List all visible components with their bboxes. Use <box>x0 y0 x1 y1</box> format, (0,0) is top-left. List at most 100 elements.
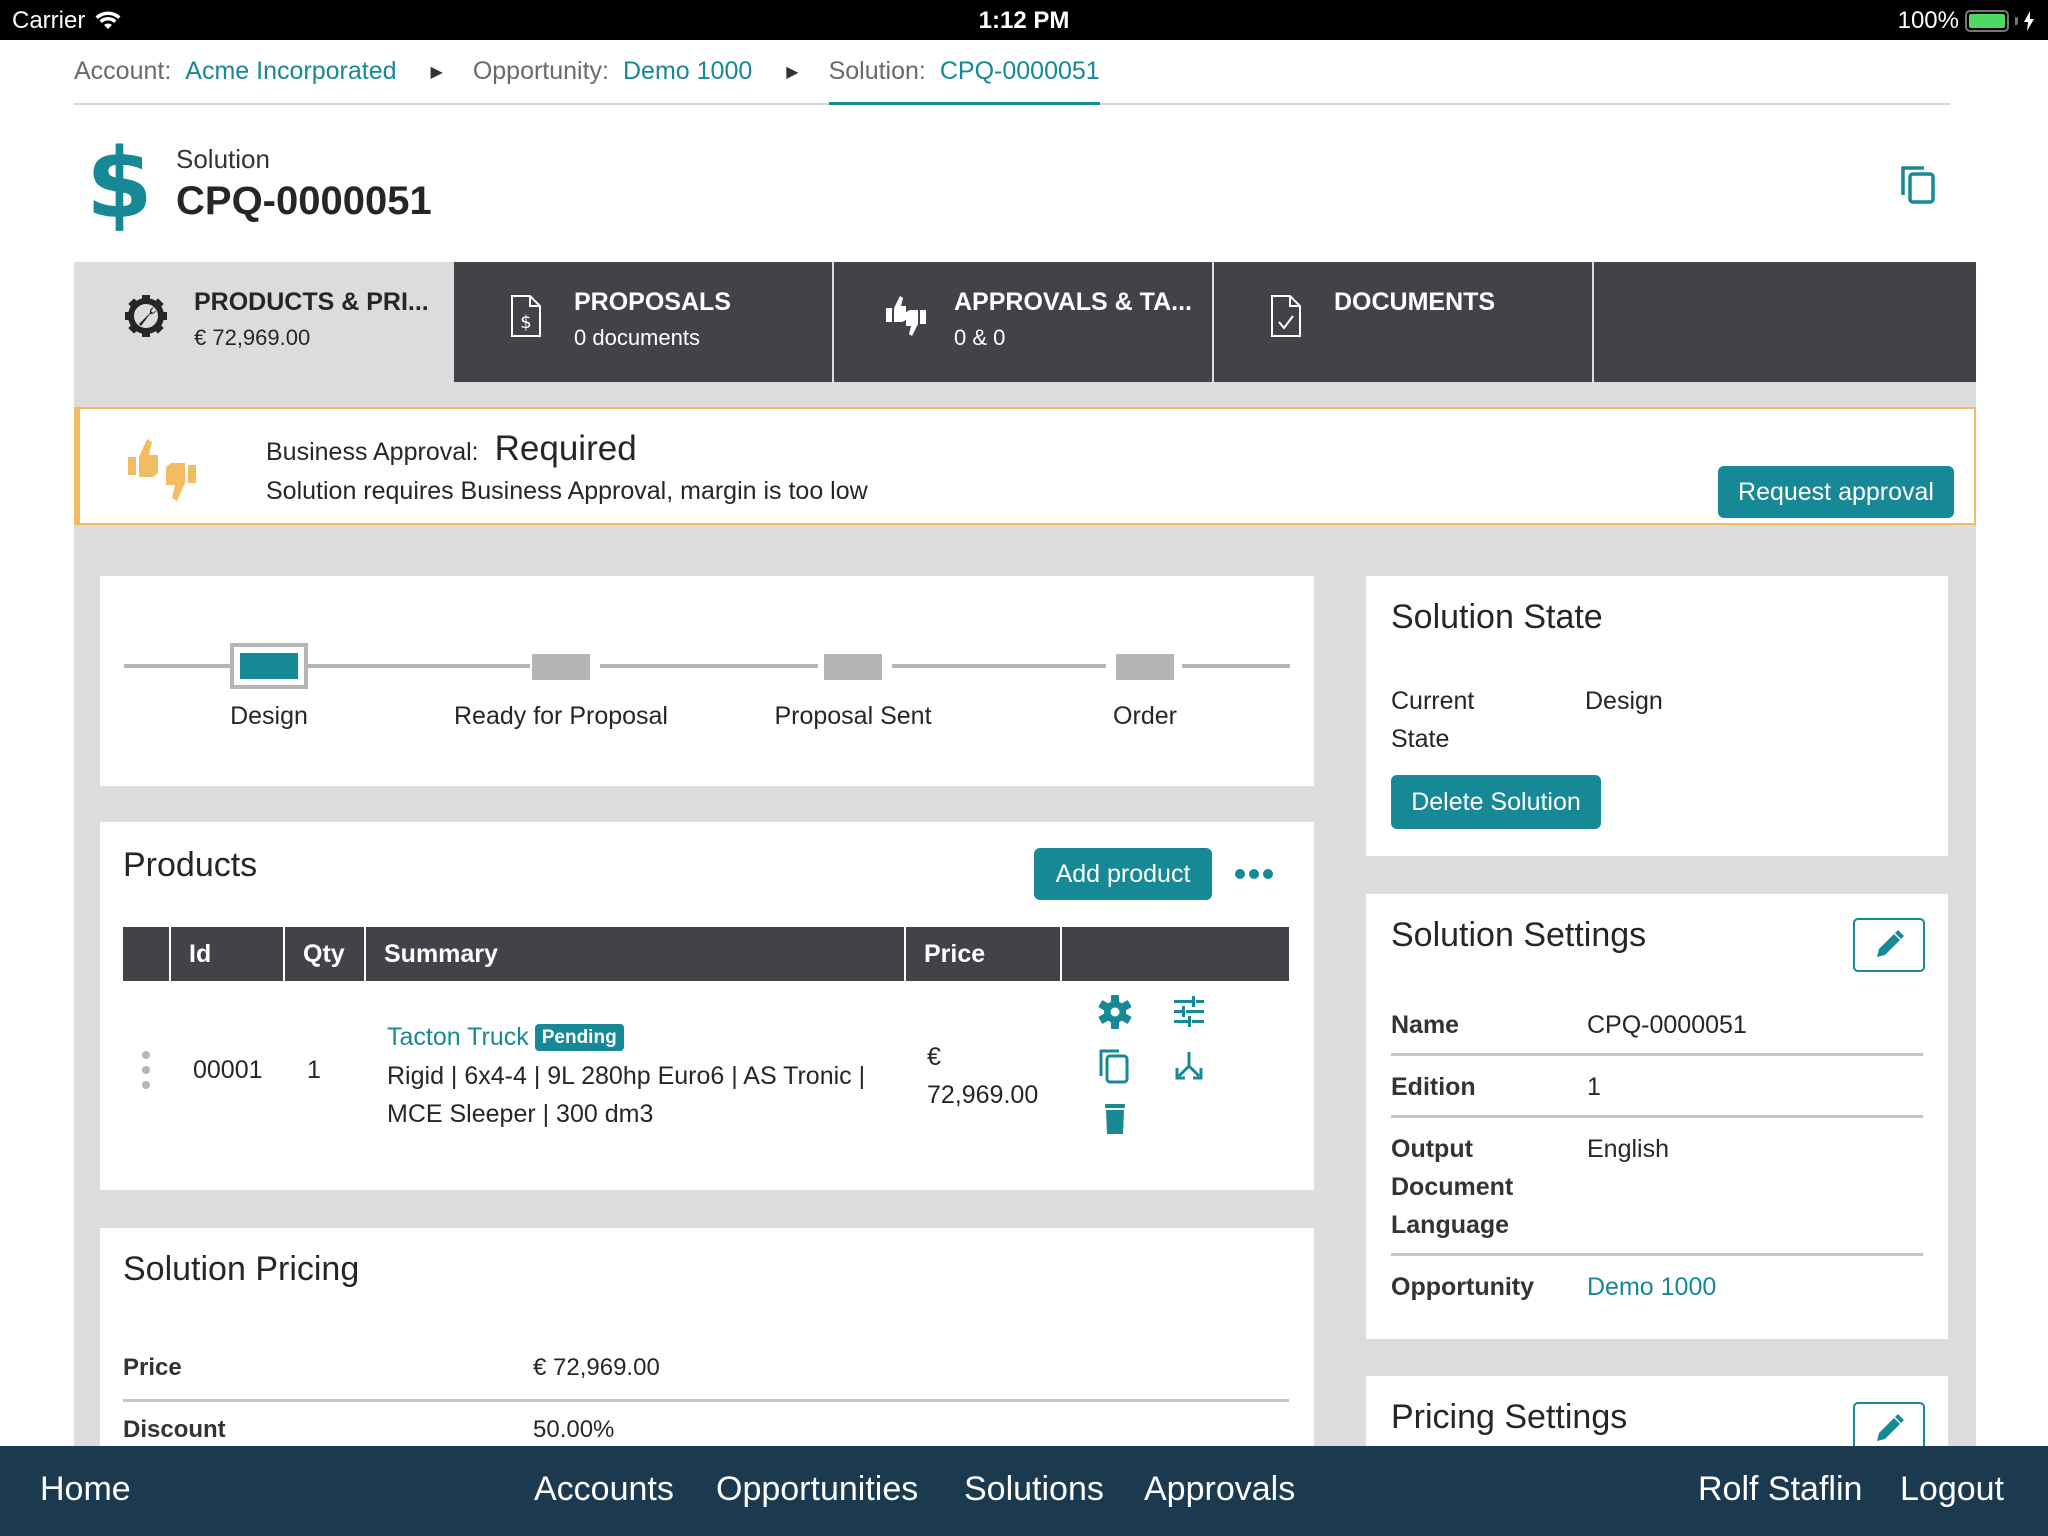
bottom-nav: Home Accounts Opportunities Solutions Ap… <box>0 1446 2048 1536</box>
dollar-icon: $ <box>86 128 153 240</box>
step-marker-design[interactable] <box>230 643 308 689</box>
breadcrumb-link[interactable]: Demo 1000 <box>623 57 752 105</box>
breadcrumb-opportunity[interactable]: Opportunity: Demo 1000 <box>473 54 752 105</box>
settings-row: Output Document Language English <box>1391 1118 1923 1256</box>
document-dollar-icon: $ <box>511 295 541 337</box>
tab-products-pricing[interactable]: PRODUCTS & PRI... € 72,969.00 <box>74 262 454 382</box>
duplicate-icon[interactable] <box>1097 1048 1133 1084</box>
breadcrumb-separator-icon: ▶ <box>786 64 799 81</box>
nav-approvals[interactable]: Approvals <box>1144 1470 1295 1509</box>
settings-row: Edition 1 <box>1391 1056 1923 1118</box>
tune-sliders-icon[interactable] <box>1171 994 1207 1030</box>
settings-row: Name CPQ-0000051 <box>1391 994 1923 1056</box>
tab-label: PRODUCTS & PRI... <box>194 288 429 316</box>
stepper-line <box>600 664 818 668</box>
breadcrumb-link[interactable]: CPQ-0000051 <box>940 57 1100 102</box>
add-product-button[interactable]: Add product <box>1034 848 1212 900</box>
copy-icon[interactable] <box>1900 165 1936 205</box>
trash-icon[interactable] <box>1097 1100 1133 1136</box>
settings-value: CPQ-0000051 <box>1587 1011 1747 1039</box>
nav-home[interactable]: Home <box>40 1470 131 1509</box>
alert-message: Solution requires Business Approval, mar… <box>266 477 868 505</box>
pricing-label: Discount <box>123 1416 226 1443</box>
charging-icon <box>2024 11 2034 31</box>
edit-solution-settings-button[interactable] <box>1853 918 1925 972</box>
products-table-header: Id Qty Summary Price <box>123 927 1289 981</box>
document-check-icon <box>1271 295 1301 337</box>
settings-label: Opportunity <box>1391 1273 1535 1301</box>
delete-solution-button[interactable]: Delete Solution <box>1391 775 1601 829</box>
user-name[interactable]: Rolf Staflin <box>1698 1470 1862 1509</box>
product-summary-line: Rigid | 6x4-4 | 9L 280hp Euro6 | AS Tron… <box>387 1062 866 1091</box>
product-qty: 1 <box>307 1056 321 1084</box>
column-header-summary: Summary <box>366 927 906 981</box>
status-bar: Carrier 1:12 PM 100% <box>0 0 2048 40</box>
product-name-link[interactable]: Tacton Truck <box>387 1023 529 1051</box>
tab-proposals[interactable]: $ PROPOSALS 0 documents <box>454 262 834 382</box>
page-title: CPQ-0000051 <box>176 179 432 223</box>
tab-sublabel: 0 & 0 <box>954 325 1006 350</box>
pricing-title: Solution Pricing <box>123 1250 360 1288</box>
column-header-price: Price <box>906 927 1062 981</box>
table-row: 00001 1 Tacton Truck Pending Rigid | 6x4-… <box>123 982 1289 1172</box>
breadcrumb-account[interactable]: Account: Acme Incorporated <box>74 54 397 105</box>
split-merge-icon[interactable] <box>1171 1048 1207 1084</box>
column-header-qty: Qty <box>285 927 366 981</box>
battery-percent: 100% <box>1897 7 1959 34</box>
pricing-row: Price € 72,969.00 <box>123 1340 1289 1402</box>
column-header-id: Id <box>171 927 285 981</box>
breadcrumb-label: Account: <box>74 57 172 85</box>
business-approval-alert: Business Approval: Required Solution req… <box>74 407 1976 525</box>
nav-accounts[interactable]: Accounts <box>534 1470 674 1509</box>
step-marker-order[interactable] <box>1116 654 1174 680</box>
opportunity-link[interactable]: Demo 1000 <box>1587 1268 1716 1306</box>
page-header: $ Solution CPQ-0000051 <box>86 136 432 232</box>
thumbs-up-down-icon <box>128 439 196 501</box>
column-header-handle <box>123 927 171 981</box>
step-marker-ready-for-proposal[interactable] <box>532 654 590 680</box>
settings-label: Edition <box>1391 1073 1476 1101</box>
pencil-icon <box>1877 930 1904 957</box>
breadcrumb-label: Opportunity: <box>472 57 609 85</box>
request-approval-button[interactable]: Request approval <box>1718 466 1954 518</box>
pricing-value: € 72,969.00 <box>533 1354 660 1381</box>
solution-settings-title: Solution Settings <box>1391 916 1647 954</box>
product-summary-line: MCE Sleeper | 300 dm3 <box>387 1100 654 1129</box>
column-header-actions <box>1062 927 1289 981</box>
settings-row: Opportunity Demo 1000 <box>1391 1256 1923 1318</box>
products-card: Products Add product Id Qty Summary Pric… <box>100 822 1314 1190</box>
stepper-line <box>892 664 1106 668</box>
settings-value: 1 <box>1587 1073 1601 1101</box>
pricing-settings-card: Pricing Settings <box>1366 1376 1948 1456</box>
solution-settings-card: Solution Settings Name CPQ-0000051 Editi… <box>1366 894 1948 1339</box>
more-options-icon[interactable] <box>1234 862 1274 886</box>
product-id: 00001 <box>193 1056 263 1084</box>
settings-value: English <box>1587 1135 1669 1163</box>
settings-label: Name <box>1391 1011 1460 1039</box>
settings-label: Output Document Language <box>1391 1135 1514 1239</box>
price-currency: € <box>927 1043 941 1071</box>
tab-documents[interactable]: DOCUMENTS <box>1214 262 1594 382</box>
tab-approvals-tasks[interactable]: APPROVALS & TA... 0 & 0 <box>834 262 1214 382</box>
gear-wrench-icon <box>125 295 167 337</box>
configure-gear-icon[interactable] <box>1097 994 1133 1030</box>
logout-link[interactable]: Logout <box>1900 1470 2004 1509</box>
step-marker-proposal-sent[interactable] <box>824 654 882 680</box>
drag-handle-icon[interactable] <box>141 1050 151 1090</box>
current-state-label: Current State <box>1391 687 1475 753</box>
nav-solutions[interactable]: Solutions <box>964 1470 1104 1509</box>
nav-opportunities[interactable]: Opportunities <box>716 1470 918 1509</box>
breadcrumb-link[interactable]: Acme Incorporated <box>185 57 396 105</box>
step-label: Order <box>1113 702 1177 730</box>
stepper-line <box>306 664 530 668</box>
pricing-value: 50.00% <box>533 1416 615 1443</box>
svg-text:$: $ <box>520 312 531 333</box>
price-value: 72,969.00 <box>927 1081 1039 1109</box>
battery-icon <box>1965 10 2009 32</box>
product-summary: Tacton Truck Pending Rigid | 6x4-4 | 9L 2… <box>387 1018 907 1133</box>
breadcrumb-solution[interactable]: Solution: CPQ-0000051 <box>828 54 1100 105</box>
breadcrumb-label: Solution: <box>828 57 926 85</box>
solution-state-card: Solution State Current State Design Delet… <box>1366 576 1948 856</box>
solution-state-title: Solution State <box>1391 598 1603 636</box>
page-subtitle: Solution <box>176 144 270 174</box>
